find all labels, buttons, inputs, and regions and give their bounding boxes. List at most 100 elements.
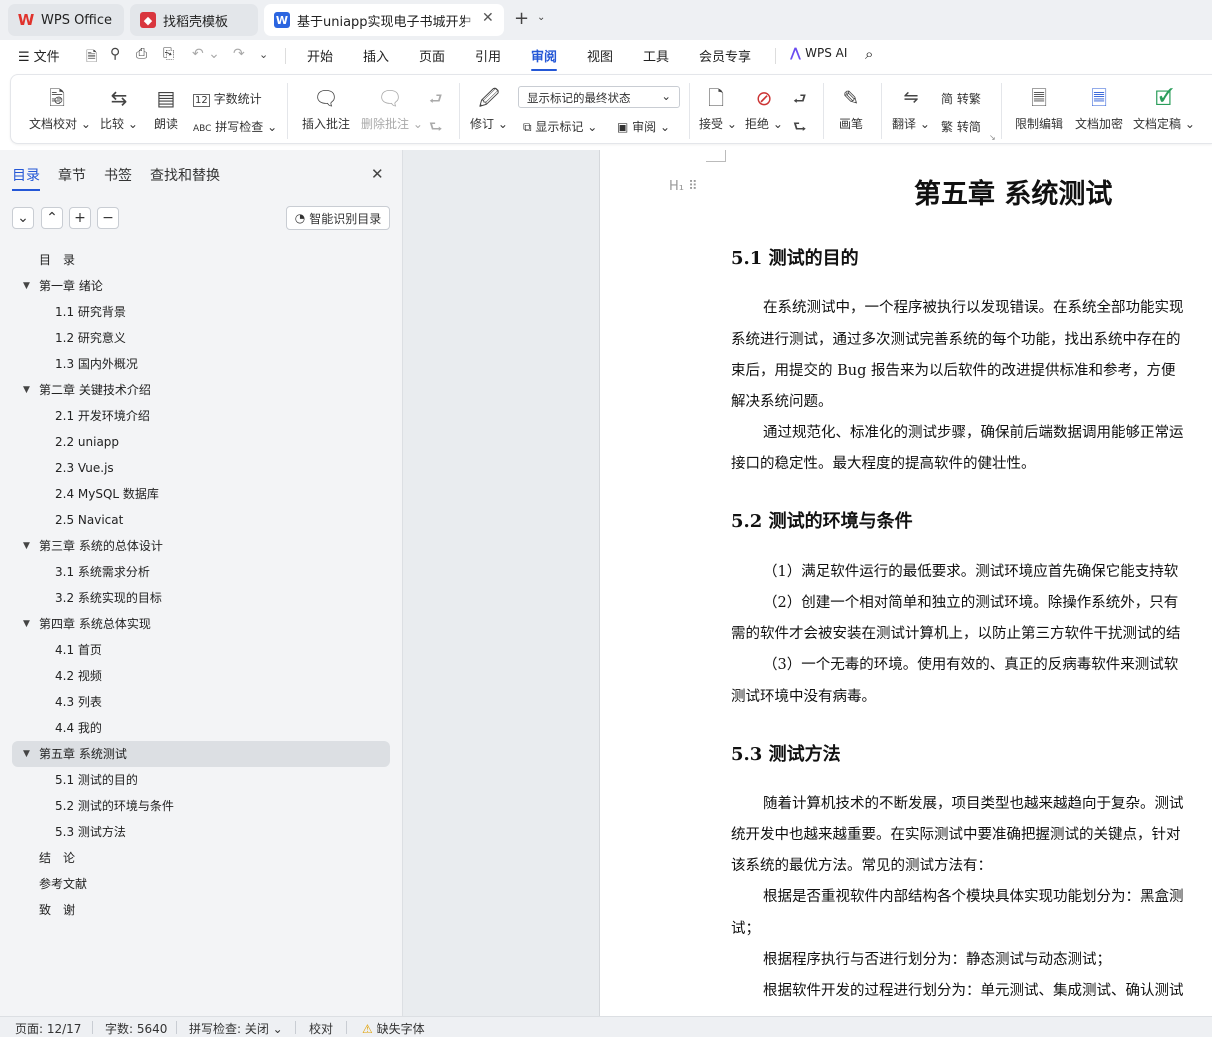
toc-item[interactable]: 4.1 首页 <box>12 637 390 663</box>
toc-item[interactable]: 2.1 开发环境介绍 <box>12 403 390 429</box>
toc-item[interactable]: 3.1 系统需求分析 <box>12 559 390 585</box>
toc-item[interactable]: 2.4 MySQL 数据库 <box>12 481 390 507</box>
close-tab-icon[interactable]: ✕ <box>482 10 494 26</box>
page-indicator[interactable]: 页面: 12/17 <box>15 1020 81 1037</box>
toc-item[interactable]: 2.5 Navicat <box>12 507 390 533</box>
menu-member[interactable]: 会员专享 <box>699 46 751 65</box>
tab-bookmarks[interactable]: 书签 <box>104 165 132 185</box>
print-icon[interactable]: ⎙ <box>136 46 147 62</box>
menu-insert[interactable]: 插入 <box>363 46 389 65</box>
toc-item[interactable]: 5.2 测试的环境与条件 <box>12 793 390 819</box>
close-pane-icon[interactable]: ✕ <box>371 165 384 183</box>
menu-view[interactable]: 视图 <box>587 46 613 65</box>
toc-item[interactable]: 1.2 研究意义 <box>12 325 390 351</box>
spell-check-button[interactable]: ABC 拼写检查 ⌄ <box>193 118 277 135</box>
insert-comment-button[interactable]: 🗨 插入批注 <box>301 87 351 132</box>
accept-button[interactable]: 🗋 接受 ⌄ <box>699 87 737 132</box>
new-tab-icon[interactable]: + <box>514 8 529 29</box>
toc-item[interactable]: 2.2 uniapp <box>12 429 390 455</box>
menu-start[interactable]: 开始 <box>307 46 333 65</box>
delete-comment-button[interactable]: 🗨 删除批注 ⌄ <box>361 87 423 132</box>
review-pane-button[interactable]: ▣ 审阅 ⌄ <box>617 118 670 135</box>
read-aloud-button[interactable]: ▤ 朗读 <box>151 87 181 132</box>
menu-reference[interactable]: 引用 <box>475 46 501 65</box>
collapse-arrow-icon[interactable]: ▼ <box>23 273 30 299</box>
toc-item[interactable]: 1.3 国内外概况 <box>12 351 390 377</box>
toc-item[interactable]: 目 录 <box>12 247 390 273</box>
previous-comment-icon[interactable]: ⮐ <box>429 89 443 114</box>
show-markup-button[interactable]: ⧉ 显示标记 ⌄ <box>523 118 597 135</box>
save-icon[interactable]: 🗎 <box>86 46 97 70</box>
spell-check-status[interactable]: 拼写检查: 关闭 ⌄ <box>189 1020 283 1037</box>
remove-heading-button[interactable]: − <box>97 207 119 229</box>
toc-item[interactable]: 结 论 <box>12 845 390 871</box>
toc-item[interactable]: ▼ 第一章 绪论 <box>12 273 390 299</box>
pen-button[interactable]: ✎ 画笔 <box>835 87 867 132</box>
share-icon[interactable]: ⚲ <box>110 46 120 62</box>
toc-item[interactable]: 4.4 我的 <box>12 715 390 741</box>
reject-icon: ⊘ <box>755 86 773 110</box>
print-preview-icon[interactable]: ⎘ <box>163 46 174 62</box>
toc-item[interactable]: 参考文献 <box>12 871 390 897</box>
tab-document[interactable]: W 基于uniapp实现电子书城开发 ▭ ✕ <box>264 4 504 36</box>
restrict-edit-button[interactable]: 🗏 限制编辑 <box>1011 87 1067 132</box>
encrypt-button[interactable]: 🗏 文档加密 <box>1071 87 1127 132</box>
next-change-icon[interactable]: ⮑ <box>793 117 807 142</box>
file-label: 文件 <box>33 50 60 65</box>
menu-page[interactable]: 页面 <box>419 46 445 65</box>
toc-item[interactable]: 4.3 列表 <box>12 689 390 715</box>
expand-down-button[interactable]: ⌄ <box>12 207 34 229</box>
undo-icon[interactable]: ↶ ⌄ <box>192 46 220 62</box>
markup-state-select[interactable]: 显示标记的最终状态 ⌄ <box>518 86 680 108</box>
add-heading-button[interactable]: + <box>69 207 91 229</box>
tab-docer-templates[interactable]: ◆ 找稻壳模板 <box>130 4 258 36</box>
translate-button[interactable]: ⇋ 翻译 ⌄ <box>891 87 931 132</box>
collapse-arrow-icon[interactable]: ▼ <box>23 611 30 637</box>
tab-wps-office[interactable]: W WPS Office <box>8 4 124 36</box>
previous-change-icon[interactable]: ⮐ <box>793 89 807 114</box>
menu-tools[interactable]: 工具 <box>643 46 669 65</box>
toc-item[interactable]: 2.3 Vue.js <box>12 455 390 481</box>
tab-sections[interactable]: 章节 <box>58 165 86 185</box>
toc-item[interactable]: ▼ 第四章 系统总体实现 <box>12 611 390 637</box>
toc-item[interactable]: 3.2 系统实现的目标 <box>12 585 390 611</box>
menu-file[interactable]: ☰ 文件 <box>18 46 60 65</box>
toc-item[interactable]: 1.1 研究背景 <box>12 299 390 325</box>
group-expand-icon[interactable]: ↘ <box>989 133 996 142</box>
toc-item[interactable]: ▼ 第三章 系统的总体设计 <box>12 533 390 559</box>
more-quick-icon[interactable]: ⌄ <box>259 48 268 61</box>
missing-font-status[interactable]: ⚠ 缺失字体 <box>362 1020 425 1037</box>
window-icon[interactable]: ▭ <box>460 12 471 26</box>
to-traditional-button[interactable]: 简 转繁 <box>941 90 981 107</box>
proofread-button[interactable]: 🗟 文档校对 ⌄ <box>29 87 91 132</box>
revise-button[interactable]: 🖉 修订 ⌄ <box>469 87 509 132</box>
menu-bar: ☰ 文件 🗎 ⚲ ⎙ ⎘ ↶ ⌄ ↷ ⌄ 开始 插入 页面 引用 审阅 视图 工具… <box>0 40 1212 72</box>
toc-item[interactable]: ▼ 第五章 系统测试 <box>12 741 390 767</box>
toc-item[interactable]: 5.1 测试的目的 <box>12 767 390 793</box>
collapse-arrow-icon[interactable]: ▼ <box>23 377 30 403</box>
word-count-button[interactable]: 12 字数统计 <box>193 90 262 107</box>
menu-review[interactable]: 审阅 <box>531 46 558 71</box>
toc-item[interactable]: 4.2 视频 <box>12 663 390 689</box>
reject-button[interactable]: ⊘ 拒绝 ⌄ <box>745 87 783 132</box>
heading-drag-handle-icon[interactable]: H₁ ⠿ <box>669 179 698 194</box>
to-simplified-button[interactable]: 繁 转简 <box>941 118 981 135</box>
proofread-status[interactable]: 校对 <box>309 1020 333 1037</box>
redo-icon[interactable]: ↷ <box>233 46 245 62</box>
word-count-indicator[interactable]: 字数: 5640 <box>105 1020 167 1037</box>
collapse-up-button[interactable]: ⌃ <box>41 207 63 229</box>
compare-button[interactable]: ⇆ 比较 ⌄ <box>99 87 139 132</box>
search-icon[interactable]: ⌕ <box>865 45 873 63</box>
collapse-arrow-icon[interactable]: ▼ <box>23 533 30 559</box>
tab-toc[interactable]: 目录 <box>12 165 40 191</box>
toc-item[interactable]: 5.3 测试方法 <box>12 819 390 845</box>
collapse-arrow-icon[interactable]: ▼ <box>23 741 30 767</box>
toc-item[interactable]: 致 谢 <box>12 897 390 923</box>
tab-find-replace[interactable]: 查找和替换 <box>150 165 220 185</box>
chevron-down-icon[interactable]: ⌄ <box>537 12 545 23</box>
finalize-button[interactable]: 🗹 文档定稿 ⌄ <box>1131 87 1197 132</box>
toc-item[interactable]: ▼ 第二章 关键技术介绍 <box>12 377 390 403</box>
next-comment-icon[interactable]: ⮑ <box>429 117 443 142</box>
smart-toc-button[interactable]: ◔ 智能识别目录 <box>286 206 390 230</box>
wps-ai-button[interactable]: ⋀ WPS AI <box>790 46 847 61</box>
